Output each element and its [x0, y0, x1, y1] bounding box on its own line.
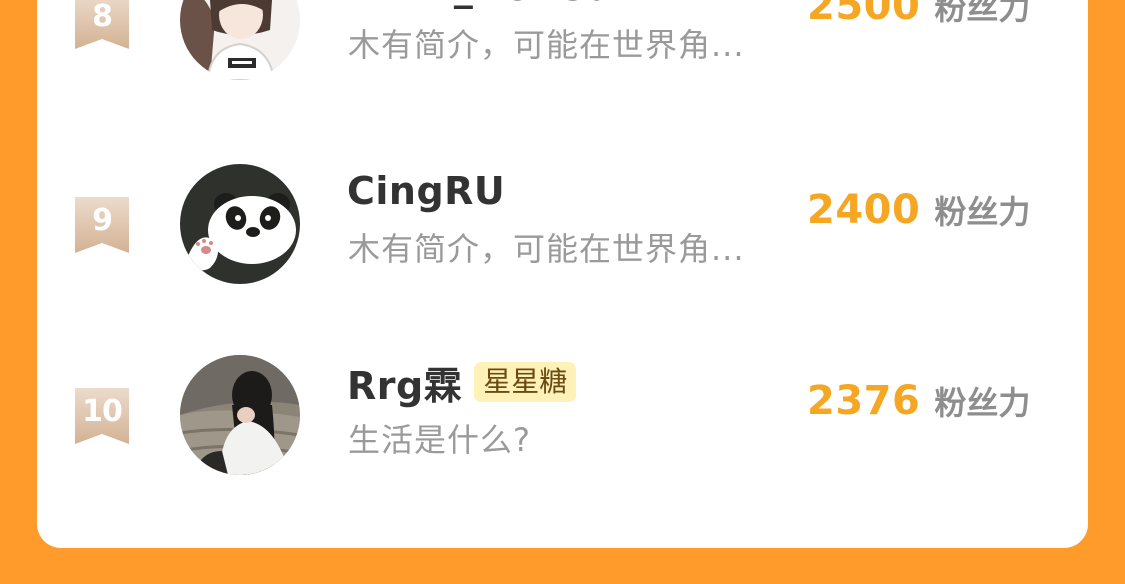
user-bio: 木有简介，可能在世界角... — [348, 26, 745, 64]
name-line: Rrg霖 星星糖 — [347, 355, 577, 410]
rank-number: 9 — [92, 203, 113, 238]
rank-ribbon-icon: 10 — [75, 388, 129, 444]
score-value: 2500 — [807, 0, 921, 29]
score: 2500 粉丝力 — [807, 0, 1030, 29]
user-name[interactable]: www_H528u... — [347, 0, 659, 9]
score: 2400 粉丝力 — [807, 187, 1030, 233]
score: 2376 粉丝力 — [807, 378, 1030, 424]
name-line: CingRU — [347, 166, 505, 216]
score-value: 2376 — [807, 378, 921, 424]
name-line: www_H528u... — [347, 0, 659, 12]
rank-ribbon-icon: 9 — [75, 197, 129, 253]
user-bio: 木有简介，可能在世界角... — [348, 230, 745, 268]
rank-ribbon-icon: 8 — [75, 0, 129, 49]
score-unit: 粉丝力 — [934, 193, 1031, 231]
user-name[interactable]: CingRU — [347, 169, 505, 213]
ranking-row[interactable]: 10 Rrg霖 星星糖 生活是什么? 2376 粉丝力 — [37, 355, 1088, 485]
score-value: 2400 — [807, 187, 921, 233]
ranking-row[interactable]: 9 CingRU 木有简介，可能在世界角... 2400 粉丝力 — [37, 164, 1088, 294]
girl-photo-avatar-icon[interactable] — [180, 355, 300, 475]
user-name[interactable]: Rrg霖 — [347, 355, 462, 410]
user-bio: 生活是什么? — [348, 421, 531, 459]
panda-avatar-icon[interactable] — [180, 164, 300, 284]
rank-number: 10 — [82, 394, 123, 429]
rank-number: 8 — [92, 0, 113, 34]
score-unit: 粉丝力 — [934, 384, 1031, 422]
anime-boy-avatar-icon[interactable] — [180, 0, 300, 80]
score-unit: 粉丝力 — [934, 0, 1031, 27]
ranking-card: 8 www_H528u... 木有简介，可能在世界角... 2500 粉丝力 — [37, 0, 1088, 548]
ranking-row[interactable]: 8 www_H528u... 木有简介，可能在世界角... 2500 粉丝力 — [37, 0, 1088, 90]
user-tag-badge: 星星糖 — [474, 362, 577, 402]
